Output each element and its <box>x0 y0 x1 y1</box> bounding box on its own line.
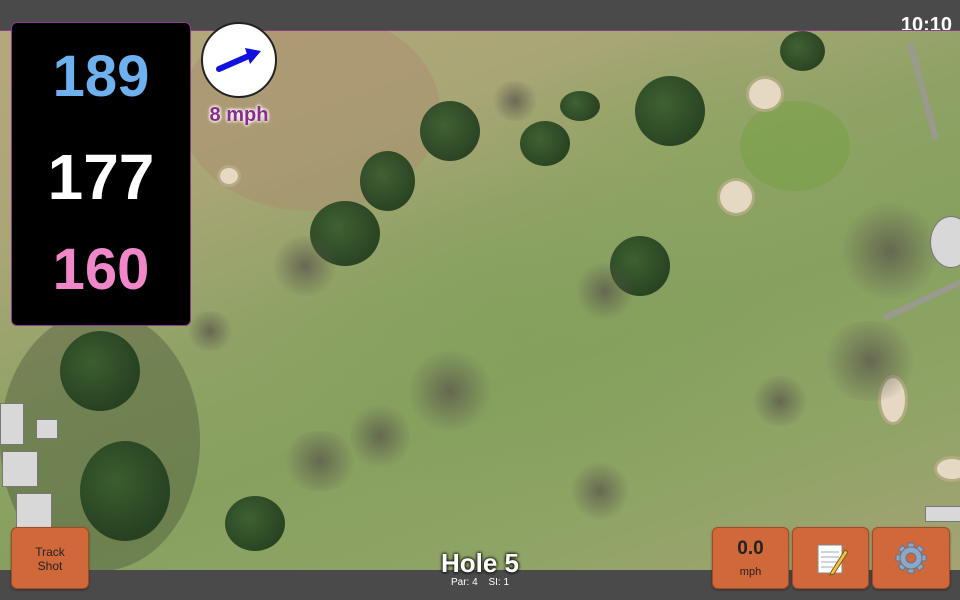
tree <box>60 331 140 411</box>
putting-green <box>740 101 850 191</box>
house <box>2 451 38 487</box>
bare-tree <box>820 321 920 401</box>
tree <box>80 441 170 541</box>
bare-tree <box>185 311 235 351</box>
tree <box>420 101 480 161</box>
bare-tree <box>280 431 360 491</box>
hole-info: Par: 4 SI: 1 <box>380 577 580 588</box>
tree <box>520 121 570 166</box>
speed-unit: mph <box>739 566 762 578</box>
tree <box>560 91 600 121</box>
gear-icon <box>895 542 927 574</box>
tree <box>780 31 825 71</box>
house <box>0 403 24 445</box>
bare-tree <box>490 81 540 121</box>
speed-value: 0.0 <box>737 538 764 559</box>
bunker <box>220 168 238 184</box>
tree <box>360 151 415 211</box>
settings-button[interactable] <box>872 527 950 589</box>
bunker <box>749 79 781 109</box>
wind-indicator <box>201 22 277 98</box>
wind-direction-arrow-icon <box>216 48 261 72</box>
hole-title: Hole 5 <box>440 548 520 578</box>
cart-path <box>907 41 939 141</box>
bunker <box>937 459 960 479</box>
bare-tree <box>750 376 810 426</box>
track-shot-label: Track <box>35 545 65 559</box>
hole-stroke-index: SI: 1 <box>488 577 510 588</box>
back-distance: 189 <box>52 44 150 109</box>
tree <box>635 76 705 146</box>
notes-button[interactable] <box>792 527 869 589</box>
house <box>925 506 960 522</box>
house <box>16 493 52 529</box>
bare-tree <box>570 461 630 521</box>
notepad-icon <box>817 544 849 576</box>
track-shot-button[interactable]: Track Shot <box>11 527 89 589</box>
tree <box>225 496 285 551</box>
hole-par: Par: 4 <box>450 577 478 588</box>
middle-distance: 177 <box>47 141 155 213</box>
bare-tree <box>840 201 940 301</box>
bunker <box>720 181 752 213</box>
bare-tree <box>575 261 635 321</box>
speed-button[interactable]: 0.0 mph <box>712 527 789 589</box>
bare-tree <box>270 236 340 296</box>
distance-panel: 189 177 160 <box>11 22 191 326</box>
wind-speed: 8 mph <box>209 104 269 126</box>
track-shot-label: Shot <box>37 559 63 573</box>
house <box>36 419 58 439</box>
front-distance: 160 <box>52 237 150 302</box>
bare-tree <box>405 351 495 431</box>
